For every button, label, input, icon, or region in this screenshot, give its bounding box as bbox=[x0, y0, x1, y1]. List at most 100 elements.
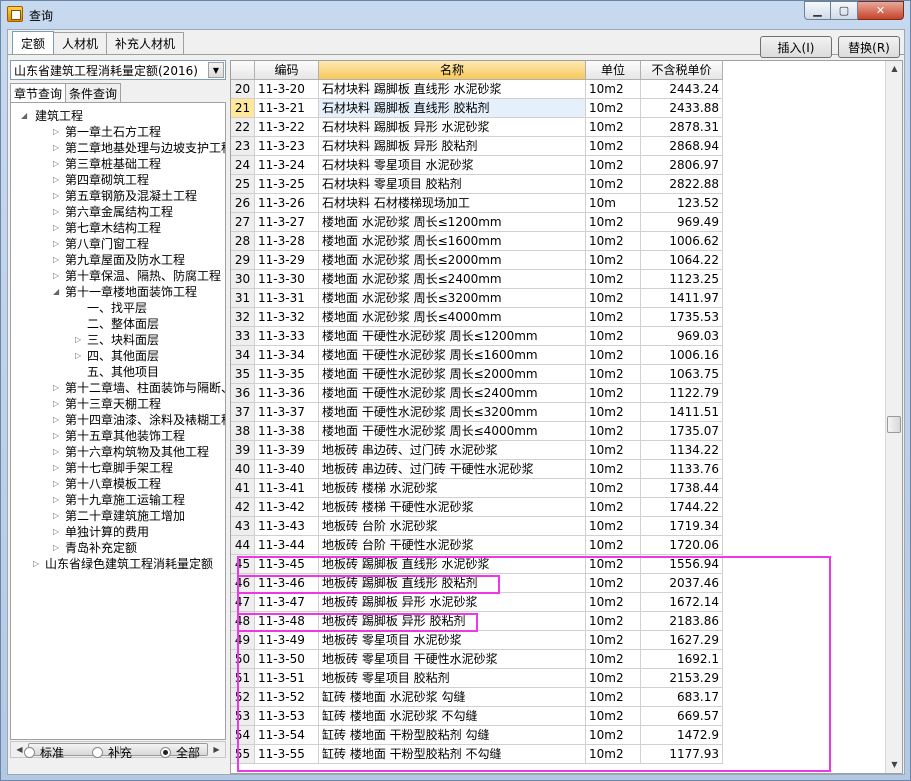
collapsed-triangle-icon[interactable]: ▷ bbox=[53, 156, 63, 172]
name-cell[interactable]: 地板砖 台阶 干硬性水泥砂浆 bbox=[319, 536, 586, 555]
tree-node-section[interactable]: ▷ 四、其他面层 bbox=[75, 348, 159, 364]
unit-cell[interactable]: 10m2 bbox=[586, 137, 641, 156]
code-cell[interactable]: 11-3-30 bbox=[255, 270, 319, 289]
row-number-cell[interactable]: 51 bbox=[231, 669, 255, 688]
unit-cell[interactable]: 10m2 bbox=[586, 726, 641, 745]
table-row[interactable]: 34 11-3-34 楼地面 干硬性水泥砂浆 周长≤1600mm 10m2 1006.1… bbox=[231, 346, 723, 365]
radio-standard[interactable]: 标准 bbox=[24, 744, 64, 761]
table-row[interactable]: 51 11-3-51 地板砖 零星项目 胶粘剂 10m2 2153.29 bbox=[231, 669, 723, 688]
table-row[interactable]: 32 11-3-32 楼地面 水泥砂浆 周长≤4000mm 10m2 1735.53 bbox=[231, 308, 723, 327]
price-cell[interactable]: 669.57 bbox=[641, 707, 723, 726]
collapsed-triangle-icon[interactable]: ▷ bbox=[53, 444, 63, 460]
table-row[interactable]: 43 11-3-43 地板砖 台阶 水泥砂浆 10m2 1719.34 bbox=[231, 517, 723, 536]
row-number-cell[interactable]: 33 bbox=[231, 327, 255, 346]
code-cell[interactable]: 11-3-37 bbox=[255, 403, 319, 422]
row-number-cell[interactable]: 49 bbox=[231, 631, 255, 650]
table-row[interactable]: 39 11-3-39 地板砖 串边砖、过门砖 水泥砂浆 10m2 1134.22 bbox=[231, 441, 723, 460]
row-number-cell[interactable]: 21 bbox=[231, 99, 255, 118]
price-cell[interactable]: 1123.25 bbox=[641, 270, 723, 289]
code-cell[interactable]: 11-3-45 bbox=[255, 555, 319, 574]
name-cell[interactable]: 楼地面 水泥砂浆 周长≤2400mm bbox=[319, 270, 586, 289]
row-number-cell[interactable]: 42 bbox=[231, 498, 255, 517]
unit-cell[interactable]: 10m2 bbox=[586, 460, 641, 479]
name-cell[interactable]: 地板砖 楼梯 干硬性水泥砂浆 bbox=[319, 498, 586, 517]
unit-cell[interactable]: 10m2 bbox=[586, 688, 641, 707]
header-price[interactable]: 不含税单价 bbox=[641, 61, 723, 80]
table-row[interactable]: 33 11-3-33 楼地面 干硬性水泥砂浆 周长≤1200mm 10m2 969.03 bbox=[231, 327, 723, 346]
unit-cell[interactable]: 10m2 bbox=[586, 612, 641, 631]
collapsed-triangle-icon[interactable]: ▷ bbox=[53, 252, 63, 268]
name-cell[interactable]: 地板砖 踢脚板 直线形 水泥砂浆 bbox=[319, 555, 586, 574]
row-number-cell[interactable]: 30 bbox=[231, 270, 255, 289]
row-number-cell[interactable]: 55 bbox=[231, 745, 255, 764]
name-cell[interactable]: 楼地面 水泥砂浆 周长≤4000mm bbox=[319, 308, 586, 327]
collapsed-triangle-icon[interactable]: ▷ bbox=[53, 204, 63, 220]
grid-vertical-scrollbar[interactable]: ▲ ▼ bbox=[885, 61, 902, 773]
price-cell[interactable]: 1063.75 bbox=[641, 365, 723, 384]
table-row[interactable]: 54 11-3-54 缸砖 楼地面 干粉型胶粘剂 勾缝 10m2 1472.9 bbox=[231, 726, 723, 745]
table-row[interactable]: 44 11-3-44 地板砖 台阶 干硬性水泥砂浆 10m2 1720.06 bbox=[231, 536, 723, 555]
code-cell[interactable]: 11-3-28 bbox=[255, 232, 319, 251]
name-cell[interactable]: 楼地面 水泥砂浆 周长≤2000mm bbox=[319, 251, 586, 270]
code-cell[interactable]: 11-3-52 bbox=[255, 688, 319, 707]
collapsed-triangle-icon[interactable]: ▷ bbox=[53, 476, 63, 492]
name-cell[interactable]: 石材块料 石材楼梯现场加工 bbox=[319, 194, 586, 213]
price-cell[interactable]: 1672.14 bbox=[641, 593, 723, 612]
close-button[interactable]: ✕ bbox=[858, 1, 904, 20]
code-cell[interactable]: 11-3-22 bbox=[255, 118, 319, 137]
collapsed-triangle-icon[interactable]: ▷ bbox=[53, 396, 63, 412]
row-number-cell[interactable]: 44 bbox=[231, 536, 255, 555]
collapsed-triangle-icon[interactable]: ▷ bbox=[75, 332, 85, 348]
tree-node-chapter[interactable]: ▷ 单独计算的费用 bbox=[53, 524, 149, 540]
name-cell[interactable]: 地板砖 台阶 水泥砂浆 bbox=[319, 517, 586, 536]
tree-node-chapter[interactable]: ▷ 第十九章施工运输工程 bbox=[53, 492, 185, 508]
price-cell[interactable]: 2037.46 bbox=[641, 574, 723, 593]
unit-cell[interactable]: 10m2 bbox=[586, 422, 641, 441]
name-cell[interactable]: 石材块料 踢脚板 异形 胶粘剂 bbox=[319, 137, 586, 156]
name-cell[interactable]: 缸砖 楼地面 干粉型胶粘剂 不勾缝 bbox=[319, 745, 586, 764]
title-bar[interactable]: 查询 ▁ ▢ ✕ bbox=[1, 1, 910, 27]
name-cell[interactable]: 石材块料 踢脚板 直线形 水泥砂浆 bbox=[319, 80, 586, 99]
unit-cell[interactable]: 10m2 bbox=[586, 99, 641, 118]
row-number-cell[interactable]: 25 bbox=[231, 175, 255, 194]
name-cell[interactable]: 楼地面 水泥砂浆 周长≤3200mm bbox=[319, 289, 586, 308]
radio-supplement[interactable]: 补充 bbox=[92, 744, 132, 761]
row-number-cell[interactable]: 27 bbox=[231, 213, 255, 232]
collapsed-triangle-icon[interactable]: ▷ bbox=[53, 140, 63, 156]
code-cell[interactable]: 11-3-47 bbox=[255, 593, 319, 612]
price-cell[interactable]: 1064.22 bbox=[641, 251, 723, 270]
name-cell[interactable]: 石材块料 零星项目 水泥砂浆 bbox=[319, 156, 586, 175]
chevron-down-icon[interactable]: ▼ bbox=[208, 62, 224, 78]
price-cell[interactable]: 2153.29 bbox=[641, 669, 723, 688]
unit-cell[interactable]: 10m2 bbox=[586, 346, 641, 365]
table-row[interactable]: 42 11-3-42 地板砖 楼梯 干硬性水泥砂浆 10m2 1744.22 bbox=[231, 498, 723, 517]
price-cell[interactable]: 683.17 bbox=[641, 688, 723, 707]
collapsed-triangle-icon[interactable]: ▷ bbox=[53, 412, 63, 428]
name-cell[interactable]: 楼地面 干硬性水泥砂浆 周长≤2400mm bbox=[319, 384, 586, 403]
code-cell[interactable]: 11-3-21 bbox=[255, 99, 319, 118]
code-cell[interactable]: 11-3-43 bbox=[255, 517, 319, 536]
collapsed-triangle-icon[interactable]: ▷ bbox=[53, 492, 63, 508]
tree-node-chapter[interactable]: ▷ 第二章地基处理与边坡支护工程 bbox=[53, 140, 225, 156]
tree-node-chapter[interactable]: ▷ 第十二章墙、柱面装饰与隔断、 bbox=[53, 380, 225, 396]
tree-node-chapter[interactable]: ▷ 第七章木结构工程 bbox=[53, 220, 161, 236]
price-cell[interactable]: 1735.53 bbox=[641, 308, 723, 327]
row-number-cell[interactable]: 50 bbox=[231, 650, 255, 669]
unit-cell[interactable]: 10m2 bbox=[586, 270, 641, 289]
table-row[interactable]: 40 11-3-40 地板砖 串边砖、过门砖 干硬性水泥砂浆 10m2 1133.76 bbox=[231, 460, 723, 479]
tree-node-chapter[interactable]: ▷ 青岛补充定额 bbox=[53, 540, 137, 556]
tab-labor-material-machine[interactable]: 人材机 bbox=[53, 32, 108, 54]
code-cell[interactable]: 11-3-41 bbox=[255, 479, 319, 498]
tree-node-chapter[interactable]: ▷ 第十七章脚手架工程 bbox=[53, 460, 173, 476]
name-cell[interactable]: 地板砖 串边砖、过门砖 干硬性水泥砂浆 bbox=[319, 460, 586, 479]
tree-node-root-green[interactable]: ▷ 山东省绿色建筑工程消耗量定额 bbox=[33, 556, 213, 572]
code-cell[interactable]: 11-3-49 bbox=[255, 631, 319, 650]
name-cell[interactable]: 楼地面 干硬性水泥砂浆 周长≤1200mm bbox=[319, 327, 586, 346]
row-number-cell[interactable]: 32 bbox=[231, 308, 255, 327]
name-cell[interactable]: 地板砖 零星项目 干硬性水泥砂浆 bbox=[319, 650, 586, 669]
row-number-cell[interactable]: 35 bbox=[231, 365, 255, 384]
tree-node-chapter[interactable]: ▷ 第十四章油漆、涂料及裱糊工程 bbox=[53, 412, 225, 428]
code-cell[interactable]: 11-3-34 bbox=[255, 346, 319, 365]
collapsed-triangle-icon[interactable]: ▷ bbox=[53, 172, 63, 188]
table-row[interactable]: 22 11-3-22 石材块料 踢脚板 异形 水泥砂浆 10m2 2878.31 bbox=[231, 118, 723, 137]
